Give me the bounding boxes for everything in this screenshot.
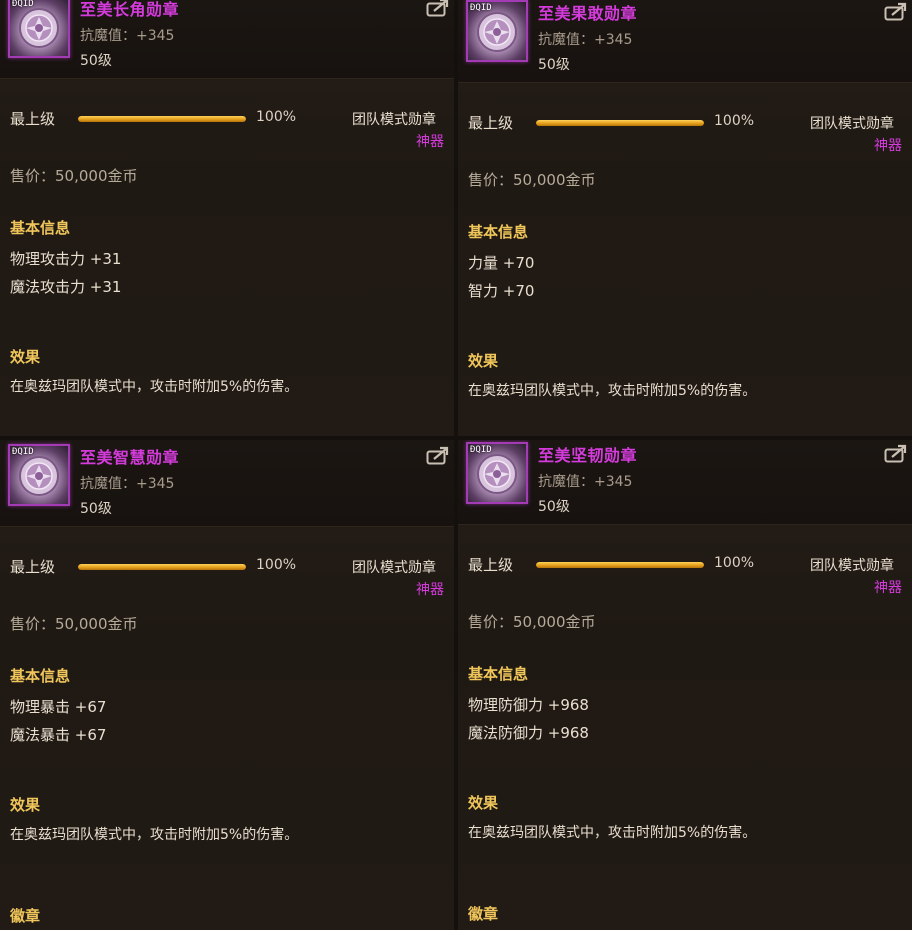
item-icon-tag: ÐQID (470, 3, 492, 13)
item-mode-type: 团队模式勋章 (810, 116, 894, 132)
grade-progress-fill (536, 562, 704, 568)
stat-line: 智力 +70 (468, 282, 535, 300)
stat-line: 魔法攻击力 +31 (10, 278, 122, 296)
item-level: 50级 (80, 501, 112, 517)
item-icon-tag: ÐQID (12, 447, 34, 457)
grade-label: 最上级 (468, 114, 514, 132)
grade-progress-fill (536, 120, 704, 126)
stat-line: 物理攻击力 +31 (10, 250, 122, 268)
badge-category-title: 徽章 (10, 907, 41, 925)
item-icon-frame[interactable]: ÐQID (8, 0, 70, 58)
item-price: 售价：50,000金币 (468, 171, 596, 189)
item-tooltip-panel: ÐQID 至美果敢勋章 抗魔值：+345 50级 最上级 100% 团队模式勋章… (458, 0, 912, 436)
item-level: 50级 (538, 57, 570, 73)
share-link-icon[interactable] (884, 444, 908, 464)
medal-icon (19, 456, 59, 496)
effect-text: 在奥兹玛团队模式中，攻击时附加5%的伤害。 (10, 379, 299, 395)
effect-title: 效果 (10, 796, 41, 814)
grade-percent: 100% (714, 555, 755, 571)
effect-text: 在奥兹玛团队模式中，攻击时附加5%的伤害。 (468, 825, 757, 841)
grade-progress-bar (536, 120, 704, 126)
item-icon-frame[interactable]: ÐQID (466, 442, 528, 504)
item-level: 50级 (80, 53, 112, 69)
grade-label: 最上级 (10, 110, 56, 128)
stat-line: 魔法暴击 +67 (10, 726, 107, 744)
grade-progress-bar (536, 562, 704, 568)
basic-info-title: 基本信息 (10, 219, 71, 237)
grade-percent: 100% (256, 557, 297, 573)
item-resist-value: 抗魔值：+345 (538, 474, 633, 490)
item-price: 售价：50,000金币 (468, 613, 596, 631)
item-level: 50级 (538, 499, 570, 515)
effect-title: 效果 (10, 348, 41, 366)
share-link-icon[interactable] (884, 2, 908, 22)
medal-icon (477, 12, 517, 52)
grade-progress-bar (78, 564, 246, 570)
item-price: 售价：50,000金币 (10, 167, 138, 185)
stat-line: 魔法防御力 +968 (468, 724, 589, 742)
share-link-icon[interactable] (426, 446, 450, 466)
grade-label: 最上级 (10, 558, 56, 576)
item-mode-type: 团队模式勋章 (352, 112, 436, 128)
item-tooltip-panel: ÐQID 至美坚韧勋章 抗魔值：+345 50级 最上级 100% 团队模式勋章… (458, 440, 912, 930)
item-mode-type: 团队模式勋章 (352, 560, 436, 576)
effect-text: 在奥兹玛团队模式中，攻击时附加5%的伤害。 (10, 827, 299, 843)
grade-label: 最上级 (468, 556, 514, 574)
stat-line: 物理防御力 +968 (468, 696, 589, 714)
grade-progress-fill (78, 116, 246, 122)
basic-info-title: 基本信息 (468, 665, 529, 683)
item-rarity: 神器 (874, 580, 902, 596)
stat-line: 力量 +70 (468, 254, 535, 272)
item-rarity: 神器 (874, 138, 902, 154)
item-rarity: 神器 (416, 582, 444, 598)
item-resist-value: 抗魔值：+345 (80, 476, 175, 492)
badge-category-title: 徽章 (468, 905, 499, 923)
grade-percent: 100% (256, 109, 297, 125)
item-tooltip-panel: ÐQID 至美智慧勋章 抗魔值：+345 50级 最上级 100% 团队模式勋章… (0, 440, 454, 930)
item-name: 至美果敢勋章 (538, 4, 638, 23)
stat-line: 物理暴击 +67 (10, 698, 107, 716)
item-mode-type: 团队模式勋章 (810, 558, 894, 574)
item-icon-frame[interactable]: ÐQID (8, 444, 70, 506)
medal-icon (477, 454, 517, 494)
item-icon-tag: ÐQID (470, 445, 492, 455)
medal-icon (19, 8, 59, 48)
effect-title: 效果 (468, 352, 499, 370)
item-resist-value: 抗魔值：+345 (80, 28, 175, 44)
grade-percent: 100% (714, 113, 755, 129)
effect-text: 在奥兹玛团队模式中，攻击时附加5%的伤害。 (468, 383, 757, 399)
item-name: 至美智慧勋章 (80, 448, 180, 467)
item-price: 售价：50,000金币 (10, 615, 138, 633)
item-icon-tag: ÐQID (12, 0, 34, 9)
basic-info-title: 基本信息 (10, 667, 71, 685)
item-icon-frame[interactable]: ÐQID (466, 0, 528, 62)
item-rarity: 神器 (416, 134, 444, 150)
item-name: 至美长角勋章 (80, 0, 180, 19)
item-resist-value: 抗魔值：+345 (538, 32, 633, 48)
item-name: 至美坚韧勋章 (538, 446, 638, 465)
effect-title: 效果 (468, 794, 499, 812)
grade-progress-bar (78, 116, 246, 122)
grade-progress-fill (78, 564, 246, 570)
share-link-icon[interactable] (426, 0, 450, 18)
item-tooltip-panel: ÐQID 至美长角勋章 抗魔值：+345 50级 最上级 100% 团队模式勋章… (0, 0, 454, 436)
basic-info-title: 基本信息 (468, 223, 529, 241)
